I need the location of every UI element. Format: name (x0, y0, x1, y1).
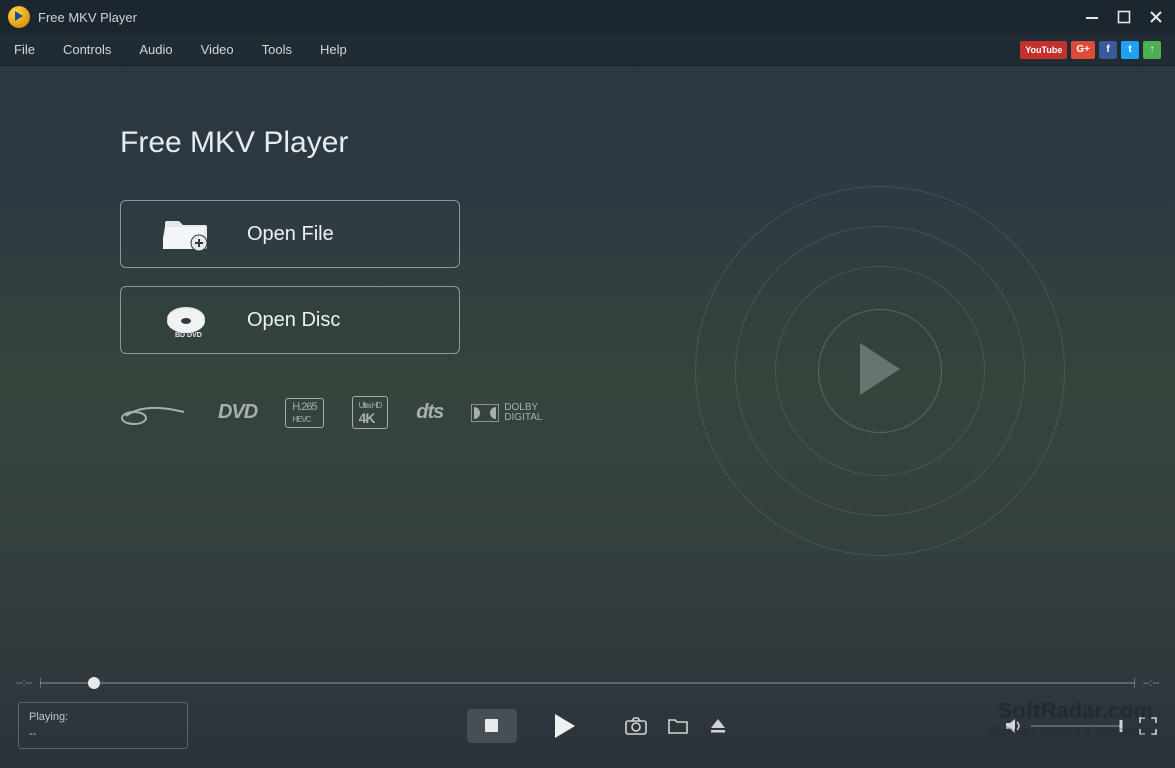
play-visual (695, 186, 1065, 556)
open-folder-button[interactable] (667, 717, 689, 735)
titlebar: Free MKV Player (0, 0, 1175, 34)
volume-icon (1005, 718, 1023, 734)
control-bar: Playing: -- (0, 692, 1175, 763)
volume-track[interactable] (1031, 725, 1121, 727)
menu-video[interactable]: Video (201, 42, 234, 57)
play-icon (860, 343, 900, 395)
main-area: Free MKV Player Open File BD DVD Open Di… (0, 66, 1175, 674)
volume-control[interactable] (1005, 718, 1121, 734)
now-playing-value: -- (29, 726, 177, 743)
eject-button[interactable] (709, 717, 727, 735)
menu-audio[interactable]: Audio (139, 42, 172, 57)
format-4k: Ultra HD4K (352, 396, 389, 429)
open-disc-label: Open Disc (247, 309, 340, 332)
menu-file[interactable]: File (14, 42, 35, 57)
svg-text:BD DVD: BD DVD (175, 332, 202, 339)
googleplus-link[interactable]: G+ (1071, 41, 1095, 59)
time-elapsed: --:-- (16, 678, 32, 689)
open-file-label: Open File (247, 223, 334, 246)
fullscreen-button[interactable] (1139, 717, 1157, 735)
seek-thumb[interactable] (88, 677, 100, 689)
folder-add-icon (161, 215, 211, 253)
play-icon (555, 714, 575, 738)
open-file-button[interactable]: Open File (120, 200, 460, 268)
time-remaining: --:-- (1143, 678, 1159, 689)
format-dvd: DVD (218, 401, 257, 424)
youtube-label: YouTube (1025, 45, 1062, 55)
menubar: File Controls Audio Video Tools Help You… (0, 34, 1175, 66)
close-button[interactable] (1149, 10, 1163, 24)
format-dts: dts (416, 401, 443, 424)
youtube-link[interactable]: YouTube (1020, 41, 1067, 59)
menu-tools[interactable]: Tools (262, 42, 292, 57)
facebook-link[interactable]: f (1099, 41, 1117, 59)
menu-help[interactable]: Help (320, 42, 347, 57)
minimize-button[interactable] (1085, 10, 1099, 24)
app-title: Free MKV Player (38, 10, 137, 25)
open-disc-button[interactable]: BD DVD Open Disc (120, 286, 460, 354)
upload-link[interactable]: ↑ (1143, 41, 1161, 59)
seek-bar[interactable]: --:-- --:-- (16, 674, 1159, 692)
now-playing-box: Playing: -- (18, 702, 188, 749)
format-bluray (120, 400, 190, 426)
disc-icon: BD DVD (161, 299, 211, 341)
headline: Free MKV Player (120, 126, 1175, 160)
now-playing-label: Playing: (29, 709, 177, 726)
snapshot-button[interactable] (625, 717, 647, 735)
format-h265: H.265HEVC (285, 398, 323, 428)
twitter-link[interactable]: t (1121, 41, 1139, 59)
play-button[interactable] (535, 709, 591, 743)
maximize-button[interactable] (1117, 10, 1131, 24)
seek-track[interactable] (40, 682, 1135, 684)
volume-thumb[interactable] (1120, 720, 1123, 732)
format-dolby: DOLBYDIGITAL (471, 403, 542, 423)
stop-icon (485, 719, 498, 732)
app-icon (8, 6, 30, 28)
stop-button[interactable] (467, 709, 517, 743)
menu-controls[interactable]: Controls (63, 42, 111, 57)
